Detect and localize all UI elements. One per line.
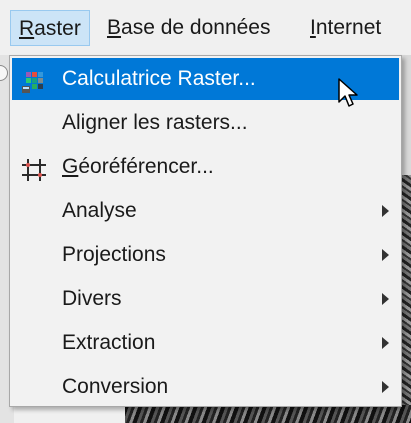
menu-item-label-rest: éoréférencer... (78, 155, 214, 178)
menu-raster[interactable]: Raster (10, 10, 90, 46)
menu-item-divers[interactable]: Divers (12, 278, 399, 320)
menu-item-conversion[interactable]: Conversion (12, 366, 399, 408)
map-canvas-right[interactable] (402, 175, 411, 423)
submenu-arrow-icon (382, 205, 389, 217)
menu-item-aligner-les-rasters[interactable]: Aligner les rasters... (12, 102, 399, 144)
menu-item-georeferencer[interactable]: Géoréférencer... (12, 146, 399, 188)
panel-toggle-icon[interactable] (0, 65, 8, 81)
menu-item-label: Analyse (62, 199, 137, 222)
submenu-arrow-icon (382, 249, 389, 261)
menu-item-label: Géoréférencer... (62, 146, 214, 188)
menu-raster-label: aster (34, 17, 81, 40)
menu-base-de-donnees-mnemonic: B (107, 16, 122, 39)
arrow-pointer-icon (338, 78, 360, 108)
submenu-arrow-icon (382, 337, 389, 349)
menu-item-label: Conversion (62, 375, 169, 398)
menu-item-mnemonic: G (62, 155, 79, 178)
submenu-arrow-icon (382, 381, 389, 393)
georeferencer-icon (21, 155, 47, 181)
menu-item-label: Extraction (62, 331, 156, 354)
menu-item-label: Calculatrice Raster... (62, 67, 256, 90)
menu-base-de-donnees-label: ase de données (121, 16, 271, 39)
menu-item-analyse[interactable]: Analyse (12, 190, 399, 232)
raster-calculator-icon (21, 67, 47, 93)
menu-bar: Raster Base de données Internet (0, 0, 411, 55)
submenu-arrow-icon (382, 293, 389, 305)
menu-internet-label: nternet (315, 16, 382, 39)
menu-internet[interactable]: Internet (302, 10, 389, 46)
menu-item-label: Projections (62, 243, 166, 266)
menu-base-de-donnees[interactable]: Base de données (99, 10, 278, 46)
menu-item-label: Divers (62, 287, 122, 310)
menu-raster-mnemonic: R (19, 17, 35, 40)
menu-item-label: Aligner les rasters... (62, 111, 248, 134)
menu-item-projections[interactable]: Projections (12, 234, 399, 276)
menu-item-extraction[interactable]: Extraction (12, 322, 399, 364)
